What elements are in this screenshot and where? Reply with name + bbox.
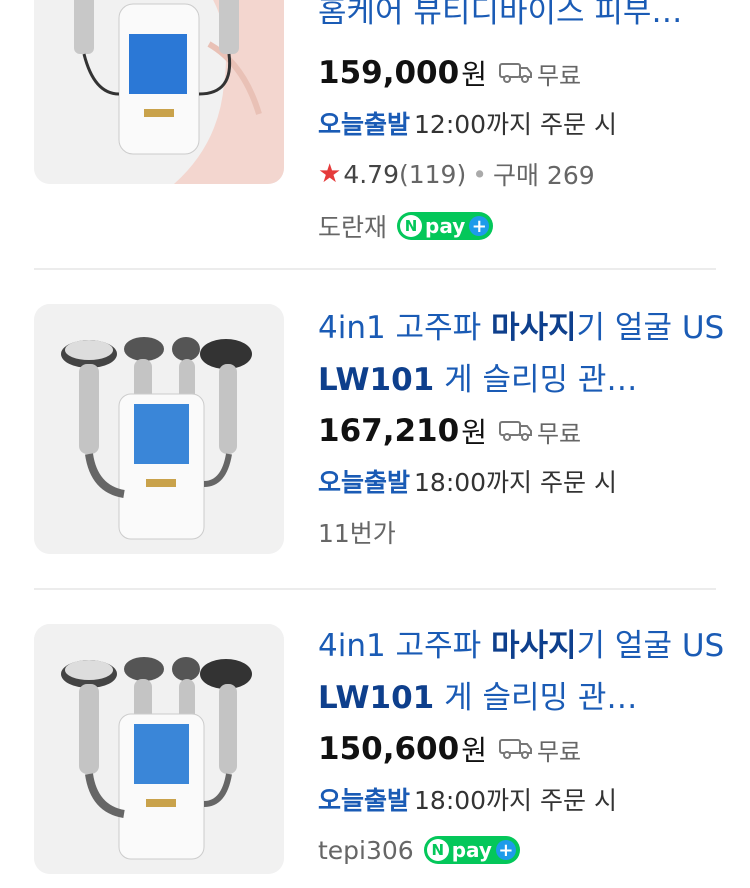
- truck-icon: [498, 421, 532, 441]
- product-image[interactable]: [34, 304, 284, 554]
- divider: [34, 268, 716, 270]
- price: 159,000: [318, 55, 460, 91]
- delivery-cutoff: 12:00까지 주문 시: [414, 110, 617, 139]
- price: 150,600: [318, 731, 460, 767]
- shipping-info: 무료: [498, 414, 582, 449]
- npay-logo: N pay +: [423, 836, 520, 864]
- title-highlight: LW101: [318, 362, 435, 398]
- price: 167,210: [318, 413, 460, 449]
- price-row: 167,210 원 무료: [318, 406, 730, 456]
- star-icon: ★: [318, 159, 342, 189]
- review-count[interactable]: (119): [399, 160, 466, 189]
- title-text: 기 얼굴 US: [576, 628, 725, 664]
- delivery-info: 오늘출발 18:00까지 주문 시: [318, 774, 730, 824]
- title-highlight: 마사지: [490, 628, 577, 664]
- price-row: 159,000 원 무료: [318, 48, 730, 98]
- npay-plus-icon: +: [469, 216, 490, 237]
- shipping-label: 무료: [536, 737, 582, 766]
- today-delivery-badge: 오늘출발: [318, 110, 411, 139]
- shipping-label: 무료: [536, 419, 582, 448]
- divider: [34, 588, 716, 590]
- npay-text: pay: [451, 838, 492, 862]
- currency: 원: [461, 416, 487, 449]
- price-row: 150,600 원 무료: [318, 724, 730, 774]
- shipping-info: 무료: [498, 732, 582, 767]
- product-image[interactable]: [34, 624, 284, 874]
- seller-name[interactable]: 도란재: [318, 208, 387, 244]
- product-title[interactable]: 홈케어 뷰티디바이스 피부…: [318, 0, 730, 38]
- truck-icon: [498, 739, 532, 759]
- npay-plus-icon: +: [495, 840, 516, 861]
- seller-name[interactable]: tepi306: [318, 836, 414, 865]
- shipping-info: 무료: [498, 56, 582, 91]
- product-image[interactable]: [34, 0, 284, 184]
- delivery-cutoff: 18:00까지 주문 시: [414, 468, 617, 497]
- today-delivery-badge: 오늘출발: [318, 786, 411, 815]
- rating-value: 4.79: [343, 159, 399, 189]
- product-list: 홈케어 뷰티디바이스 피부… 159,000 원 무료 오늘출발 12:00까지…: [0, 0, 750, 888]
- product-title-line2[interactable]: LW101 게 슬리밍 관…: [318, 672, 730, 724]
- seller-row: 11번가: [318, 506, 730, 558]
- title-text: 게 슬리밍 관…: [434, 680, 638, 716]
- seller-name[interactable]: 11번가: [318, 514, 396, 550]
- delivery-cutoff: 18:00까지 주문 시: [414, 786, 617, 815]
- npay-n-icon: N: [400, 215, 423, 237]
- npay-n-icon: N: [426, 839, 449, 861]
- product-title-line2[interactable]: LW101 게 슬리밍 관…: [318, 354, 730, 406]
- npay-logo: N pay +: [397, 212, 494, 240]
- seller-row: 도란재 N pay +: [318, 200, 730, 252]
- rating-row: ★ 4.79 (119) • 구매 269: [318, 148, 730, 200]
- delivery-info: 오늘출발 12:00까지 주문 시: [318, 98, 730, 148]
- delivery-info: 오늘출발 18:00까지 주문 시: [318, 456, 730, 506]
- truck-icon: [498, 63, 532, 83]
- currency: 원: [461, 734, 487, 767]
- title-highlight: 마사지: [490, 310, 577, 346]
- title-text: 4in1 고주파: [318, 628, 491, 664]
- shipping-label: 무료: [536, 61, 582, 90]
- product-title[interactable]: 4in1 고주파 마사지기 얼굴 US: [318, 620, 730, 672]
- today-delivery-badge: 오늘출발: [318, 468, 411, 497]
- title-text: 기 얼굴 US: [576, 310, 725, 346]
- product-title[interactable]: 4in1 고주파 마사지기 얼굴 US: [318, 302, 730, 354]
- title-text: 게 슬리밍 관…: [434, 362, 638, 398]
- title-highlight: LW101: [318, 680, 435, 716]
- npay-text: pay: [425, 214, 466, 238]
- purchase-count: 구매 269: [492, 161, 595, 190]
- separator-dot: •: [472, 159, 487, 189]
- currency: 원: [461, 58, 487, 91]
- title-text: 4in1 고주파: [318, 310, 491, 346]
- seller-row: tepi306 N pay +: [318, 824, 730, 876]
